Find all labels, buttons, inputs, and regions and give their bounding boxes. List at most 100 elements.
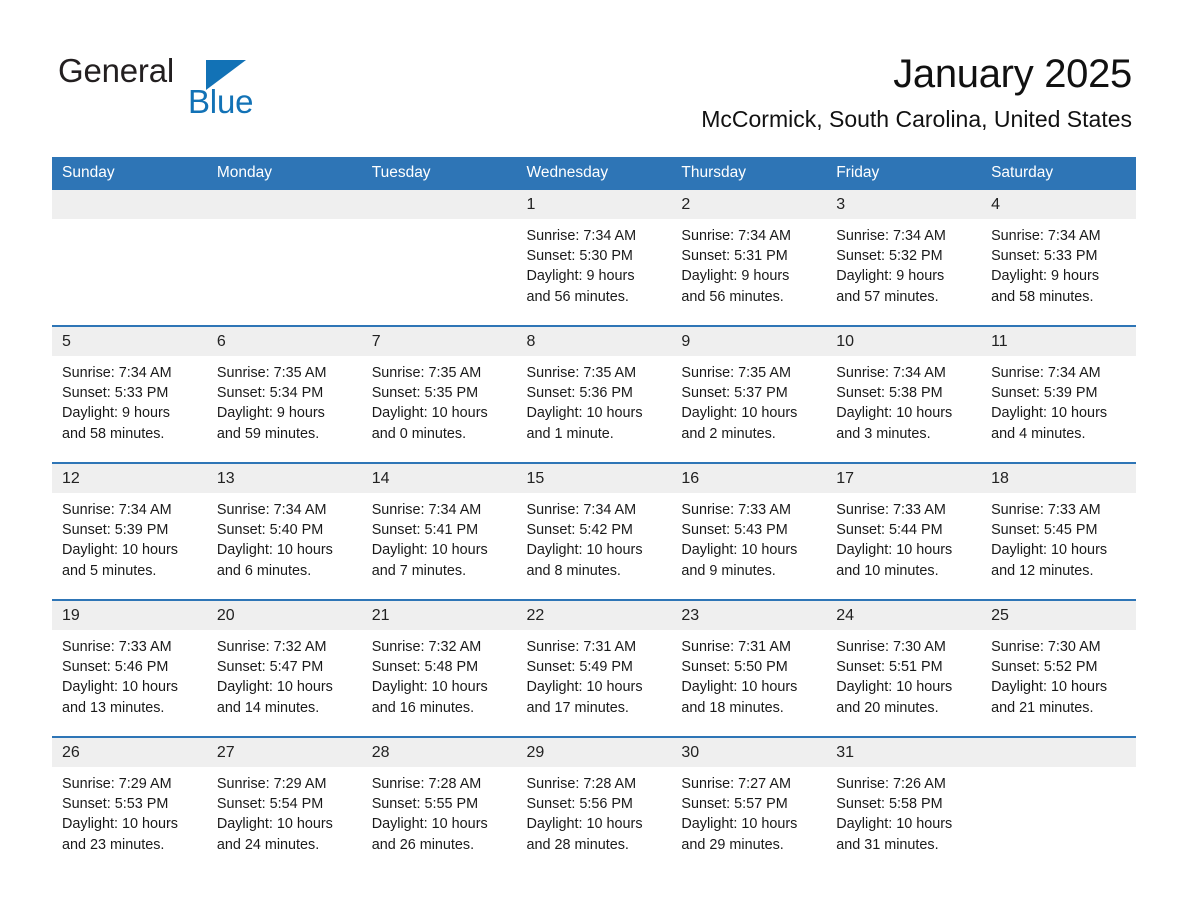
day-details: Sunrise: 7:30 AM Sunset: 5:51 PM Daylight:…: [826, 630, 981, 718]
weekday-header-monday: Monday: [206, 157, 362, 190]
page-title: January 2025: [893, 52, 1132, 96]
sunset-text: Sunset: 5:51 PM: [836, 659, 943, 676]
day-number: 25: [981, 601, 1136, 630]
daylight-text-line1: Daylight: 10 hours: [216, 542, 333, 559]
calendar-day-cell[interactable]: 24 Sunrise: 7:30 AM Sunset: 5:51 PM Dayligh…: [826, 599, 982, 737]
daylight-text-line1: Daylight: 10 hours: [991, 542, 1108, 559]
sunrise-text: Sunrise: 7:34 AM: [836, 365, 946, 381]
calendar-day-cell[interactable]: 30 Sunrise: 7:27 AM Sunset: 5:57 PM Dayligh…: [671, 736, 827, 873]
generalblue-logo[interactable]: General Blue: [58, 52, 298, 124]
sunset-text: Sunset: 5:37 PM: [681, 385, 788, 402]
calendar-day-cell[interactable]: 28 Sunrise: 7:28 AM Sunset: 5:55 PM Dayligh…: [361, 736, 517, 873]
calendar-day-cell[interactable]: 7 Sunrise: 7:35 AM Sunset: 5:35 PM Daylight…: [361, 325, 517, 463]
calendar-day-cell[interactable]: 8 Sunrise: 7:35 AM Sunset: 5:36 PM Daylight…: [516, 325, 672, 463]
daylight-text-line1: Daylight: 10 hours: [371, 405, 488, 422]
day-number: 16: [671, 464, 827, 493]
daylight-text-line2: and 5 minutes.: [62, 562, 157, 579]
day-number: 21: [361, 601, 517, 630]
calendar-day-cell[interactable]: 27 Sunrise: 7:29 AM Sunset: 5:54 PM Dayligh…: [206, 736, 362, 873]
sunrise-text: Sunrise: 7:26 AM: [836, 776, 946, 792]
calendar-day-cell[interactable]: 10 Sunrise: 7:34 AM Sunset: 5:38 PM Dayligh…: [826, 325, 982, 463]
day-details: Sunrise: 7:32 AM Sunset: 5:47 PM Daylight:…: [207, 630, 362, 718]
calendar-day-cell[interactable]: 21 Sunrise: 7:32 AM Sunset: 5:48 PM Dayligh…: [361, 599, 517, 737]
day-cell-inner: 15 Sunrise: 7:34 AM Sunset: 5:42 PM Dayligh…: [516, 464, 672, 599]
calendar-day-cell[interactable]: 12 Sunrise: 7:34 AM Sunset: 5:39 PM Dayligh…: [52, 462, 207, 600]
day-number: 23: [671, 601, 827, 630]
daylight-text-line1: Daylight: 10 hours: [681, 816, 798, 833]
calendar-day-cell[interactable]: 2 Sunrise: 7:34 AM Sunset: 5:31 PM Daylight…: [671, 190, 827, 326]
sunrise-text: Sunrise: 7:35 AM: [371, 365, 482, 381]
daylight-text-line2: and 12 minutes.: [991, 562, 1094, 579]
calendar-day-cell[interactable]: 15 Sunrise: 7:34 AM Sunset: 5:42 PM Dayligh…: [516, 462, 672, 600]
day-cell-inner: 21 Sunrise: 7:32 AM Sunset: 5:48 PM Dayligh…: [361, 601, 517, 736]
day-cell-inner: 26 Sunrise: 7:29 AM Sunset: 5:53 PM Dayligh…: [52, 738, 207, 873]
sunset-text: Sunset: 5:46 PM: [62, 659, 169, 676]
sunset-text: Sunset: 5:57 PM: [681, 796, 788, 813]
daylight-text-line1: Daylight: 10 hours: [62, 679, 178, 696]
day-cell-inner: 28 Sunrise: 7:28 AM Sunset: 5:55 PM Dayligh…: [361, 738, 517, 873]
sunset-text: Sunset: 5:45 PM: [991, 522, 1098, 539]
calendar-day-cell[interactable]: 31 Sunrise: 7:26 AM Sunset: 5:58 PM Dayligh…: [826, 736, 982, 873]
sunset-text: Sunset: 5:54 PM: [216, 796, 324, 813]
calendar-day-cell[interactable]: 17 Sunrise: 7:33 AM Sunset: 5:44 PM Dayligh…: [826, 462, 982, 600]
calendar-day-cell[interactable]: 19 Sunrise: 7:33 AM Sunset: 5:46 PM Dayligh…: [52, 599, 207, 737]
day-number: 22: [516, 601, 672, 630]
sunset-text: Sunset: 5:48 PM: [371, 659, 479, 676]
calendar-day-cell[interactable]: 14 Sunrise: 7:34 AM Sunset: 5:41 PM Dayligh…: [361, 462, 517, 600]
daylight-text-line1: Daylight: 9 hours: [681, 268, 790, 285]
calendar-day-cell[interactable]: 29 Sunrise: 7:28 AM Sunset: 5:56 PM Dayligh…: [516, 736, 672, 873]
day-number: 24: [826, 601, 982, 630]
day-cell-inner: 27 Sunrise: 7:29 AM Sunset: 5:54 PM Dayligh…: [206, 738, 362, 873]
sunset-text: Sunset: 5:42 PM: [526, 522, 633, 539]
day-details: Sunrise: 7:31 AM Sunset: 5:50 PM Daylight:…: [671, 630, 826, 718]
day-cell-inner: 31 Sunrise: 7:26 AM Sunset: 5:58 PM Dayligh…: [826, 738, 982, 873]
day-cell-inner: 18 Sunrise: 7:33 AM Sunset: 5:45 PM Dayligh…: [981, 464, 1136, 599]
day-number: 5: [52, 327, 207, 356]
daylight-text-line2: and 28 minutes.: [526, 836, 629, 853]
calendar-day-cell[interactable]: 11 Sunrise: 7:34 AM Sunset: 5:39 PM Dayligh…: [981, 325, 1136, 463]
day-details: Sunrise: 7:34 AM Sunset: 5:39 PM Daylight:…: [981, 356, 1136, 444]
calendar-day-cell[interactable]: 6 Sunrise: 7:35 AM Sunset: 5:34 PM Daylight…: [206, 325, 362, 463]
calendar-day-cell[interactable]: 23 Sunrise: 7:31 AM Sunset: 5:50 PM Dayligh…: [671, 599, 827, 737]
calendar-day-cell[interactable]: 9 Sunrise: 7:35 AM Sunset: 5:37 PM Daylight…: [671, 325, 827, 463]
sunset-text: Sunset: 5:44 PM: [836, 522, 943, 539]
weekday-header-row: Sunday Monday Tuesday Wednesday Thursday…: [52, 157, 1136, 190]
daylight-text-line1: Daylight: 9 hours: [62, 405, 170, 422]
daylight-text-line2: and 2 minutes.: [681, 425, 776, 442]
day-number: 26: [52, 738, 207, 767]
daylight-text-line2: and 26 minutes.: [371, 836, 475, 853]
calendar-day-cell[interactable]: 26 Sunrise: 7:29 AM Sunset: 5:53 PM Dayligh…: [52, 736, 207, 873]
day-details: Sunrise: 7:33 AM Sunset: 5:44 PM Daylight:…: [826, 493, 981, 581]
weekday-header-thursday: Thursday: [671, 157, 827, 190]
weekday-header-tuesday: Tuesday: [361, 157, 517, 190]
daylight-text-line1: Daylight: 10 hours: [681, 542, 798, 559]
daylight-text-line2: and 58 minutes.: [991, 288, 1094, 305]
sunrise-text: Sunrise: 7:34 AM: [62, 502, 172, 518]
daylight-text-line1: Daylight: 10 hours: [62, 542, 178, 559]
calendar-day-cell-empty: [981, 736, 1136, 873]
calendar-day-cell[interactable]: 3 Sunrise: 7:34 AM Sunset: 5:32 PM Daylight…: [826, 190, 982, 326]
daylight-text-line1: Daylight: 10 hours: [836, 542, 953, 559]
day-number: 7: [361, 327, 517, 356]
sunset-text: Sunset: 5:33 PM: [62, 385, 169, 402]
calendar-page: General Blue January 2025 McCormick, Sou…: [0, 0, 1188, 918]
day-details: Sunrise: 7:34 AM Sunset: 5:32 PM Daylight:…: [826, 219, 981, 307]
calendar-day-cell[interactable]: 4 Sunrise: 7:34 AM Sunset: 5:33 PM Daylight…: [981, 190, 1136, 326]
day-details: Sunrise: 7:35 AM Sunset: 5:34 PM Daylight:…: [207, 356, 362, 444]
day-cell-inner: 6 Sunrise: 7:35 AM Sunset: 5:34 PM Daylight…: [206, 327, 362, 462]
day-details: Sunrise: 7:33 AM Sunset: 5:45 PM Daylight:…: [981, 493, 1136, 581]
calendar-day-cell[interactable]: 22 Sunrise: 7:31 AM Sunset: 5:49 PM Dayligh…: [516, 599, 672, 737]
calendar-day-cell[interactable]: 25 Sunrise: 7:30 AM Sunset: 5:52 PM Dayligh…: [981, 599, 1136, 737]
calendar-day-cell[interactable]: 5 Sunrise: 7:34 AM Sunset: 5:33 PM Daylight…: [52, 325, 207, 463]
calendar-day-cell[interactable]: 20 Sunrise: 7:32 AM Sunset: 5:47 PM Dayligh…: [206, 599, 362, 737]
daylight-text-line1: Daylight: 10 hours: [371, 679, 488, 696]
daylight-text-line2: and 21 minutes.: [991, 699, 1094, 716]
calendar-day-cell[interactable]: 13 Sunrise: 7:34 AM Sunset: 5:40 PM Dayligh…: [206, 462, 362, 600]
day-details: Sunrise: 7:34 AM Sunset: 5:33 PM Daylight:…: [52, 356, 207, 444]
calendar-day-cell[interactable]: 16 Sunrise: 7:33 AM Sunset: 5:43 PM Dayligh…: [671, 462, 827, 600]
calendar-day-cell[interactable]: 1 Sunrise: 7:34 AM Sunset: 5:30 PM Daylight…: [516, 190, 672, 326]
calendar-day-cell[interactable]: 18 Sunrise: 7:33 AM Sunset: 5:45 PM Dayligh…: [981, 462, 1136, 600]
day-cell-inner: 9 Sunrise: 7:35 AM Sunset: 5:37 PM Daylight…: [671, 327, 827, 462]
daylight-text-line2: and 29 minutes.: [681, 836, 784, 853]
day-number: 19: [52, 601, 207, 630]
